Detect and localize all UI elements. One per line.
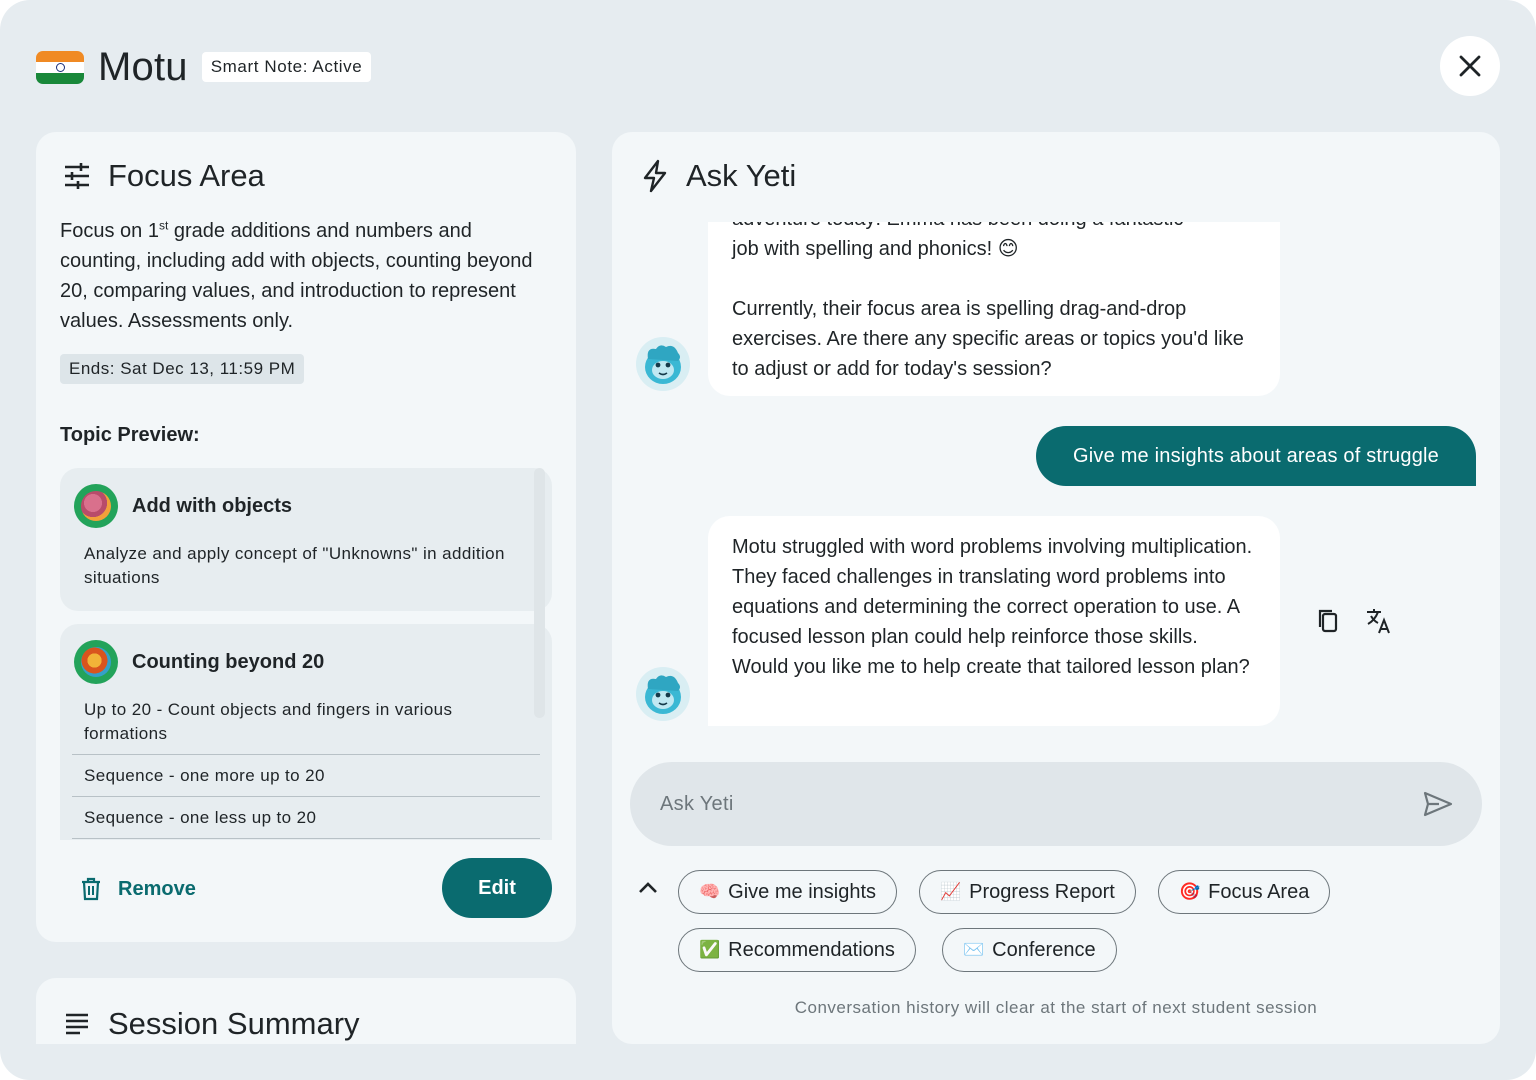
- close-icon: [1459, 55, 1481, 77]
- ends-date-chip: Ends: Sat Dec 13, 11:59 PM: [60, 354, 305, 384]
- bot-message-partial-line: adventure today! Emma has been doing a f…: [732, 222, 1256, 234]
- session-summary-header: Session Summary: [60, 1006, 360, 1042]
- topic-divider: [72, 838, 540, 840]
- student-name: Motu: [98, 44, 188, 89]
- focus-description-sup: st: [158, 218, 169, 233]
- topic-preview-list[interactable]: Add with objects Analyze and apply conce…: [60, 468, 552, 840]
- tune-icon: [60, 159, 94, 193]
- chip-label: Recommendations: [728, 938, 895, 961]
- chip-recommendations[interactable]: ✅ Recommendations: [678, 928, 916, 972]
- yeti-avatar: [636, 337, 690, 391]
- india-flag-icon: [36, 50, 84, 84]
- topic-subitem: Sequence - one less up to 20: [72, 796, 540, 838]
- dialog-header: Motu Smart Note: Active: [36, 40, 372, 94]
- ask-yeti-input[interactable]: [660, 762, 1400, 846]
- translate-button[interactable]: [1364, 606, 1394, 636]
- copy-button[interactable]: [1313, 606, 1343, 636]
- edit-button[interactable]: Edit: [442, 858, 552, 918]
- send-icon: [1423, 791, 1453, 817]
- chip-progress-report[interactable]: 📈 Progress Report: [919, 870, 1136, 914]
- topic-description: Analyze and apply concept of "Unknowns" …: [84, 544, 505, 587]
- chip-focus-area[interactable]: 🎯 Focus Area: [1158, 870, 1331, 914]
- yeti-avatar: [636, 667, 690, 721]
- focus-area-header: Focus Area: [60, 158, 265, 194]
- remove-label: Remove: [118, 877, 196, 900]
- remove-button[interactable]: Remove: [80, 872, 196, 906]
- lightning-icon: [638, 159, 672, 193]
- close-button[interactable]: [1440, 36, 1500, 96]
- bot-message: adventure today! Emma has been doing a f…: [708, 222, 1280, 396]
- copy-icon: [1318, 609, 1338, 633]
- bot-message: Motu struggled with word problems involv…: [708, 516, 1280, 726]
- ask-yeti-title: Ask Yeti: [686, 158, 797, 193]
- smart-note-dialog: Motu Smart Note: Active Focus Area Focus…: [0, 0, 1536, 1080]
- chip-label: Give me insights: [728, 880, 877, 903]
- chip-conference[interactable]: ✉️ Conference: [942, 928, 1117, 972]
- translate-icon: [1367, 609, 1390, 634]
- collapse-suggestions-button[interactable]: [634, 874, 662, 902]
- focus-area-description: Focus on 1st grade additions and numbers…: [60, 216, 552, 336]
- ask-yeti-header: Ask Yeti: [638, 158, 796, 194]
- focus-area-title: Focus Area: [108, 158, 265, 193]
- target-icon: 🎯: [1179, 882, 1201, 901]
- topic-card-counting-beyond-20: Counting beyond 20 Up to 20 - Count obje…: [60, 624, 552, 840]
- envelope-icon: ✉️: [963, 940, 985, 959]
- chip-give-me-insights[interactable]: 🧠 Give me insights: [678, 870, 898, 914]
- topic-avatar-icon: [74, 640, 118, 684]
- topic-subitem: Sequence - one more up to 20: [72, 754, 540, 796]
- chat-messages[interactable]: adventure today! Emma has been doing a f…: [612, 222, 1500, 842]
- chevron-up-icon: [639, 882, 657, 893]
- focus-area-panel: Focus Area Focus on 1st grade additions …: [36, 132, 576, 942]
- bot-message-line: Currently, their focus area is spelling …: [732, 298, 1244, 380]
- smart-note-status-badge: Smart Note: Active: [201, 52, 372, 82]
- chart-icon: 📈: [940, 882, 962, 901]
- chip-label: Focus Area: [1208, 880, 1310, 903]
- ask-yeti-input-container: [630, 762, 1482, 846]
- chip-label: Conference: [992, 938, 1096, 961]
- topic-name: Add with objects: [132, 494, 292, 517]
- user-message: Give me insights about areas of struggle: [1036, 426, 1476, 486]
- chip-label: Progress Report: [969, 880, 1115, 903]
- topic-description: Up to 20 - Count objects and fingers in …: [84, 700, 453, 743]
- topic-avatar-icon: [74, 484, 118, 528]
- bot-message-line: job with spelling and phonics! 😊: [732, 238, 1019, 260]
- notes-icon: [60, 1007, 94, 1041]
- check-icon: ✅: [699, 940, 721, 959]
- ask-yeti-panel: Ask Yeti adventure today! Emma has been …: [612, 132, 1500, 1044]
- session-summary-panel[interactable]: Session Summary: [36, 978, 576, 1044]
- send-button[interactable]: [1422, 788, 1454, 820]
- topic-preview-label: Topic Preview:: [60, 424, 200, 446]
- topic-name: Counting beyond 20: [132, 650, 325, 673]
- session-summary-title: Session Summary: [108, 1006, 360, 1041]
- focus-description-start: Focus on 1: [60, 220, 159, 242]
- topic-card-add-with-objects: Add with objects Analyze and apply conce…: [60, 468, 552, 611]
- conversation-history-note: Conversation history will clear at the s…: [794, 998, 1318, 1017]
- topic-list-scrollbar[interactable]: [534, 468, 545, 718]
- brain-icon: 🧠: [699, 882, 721, 901]
- trash-icon: [80, 877, 102, 901]
